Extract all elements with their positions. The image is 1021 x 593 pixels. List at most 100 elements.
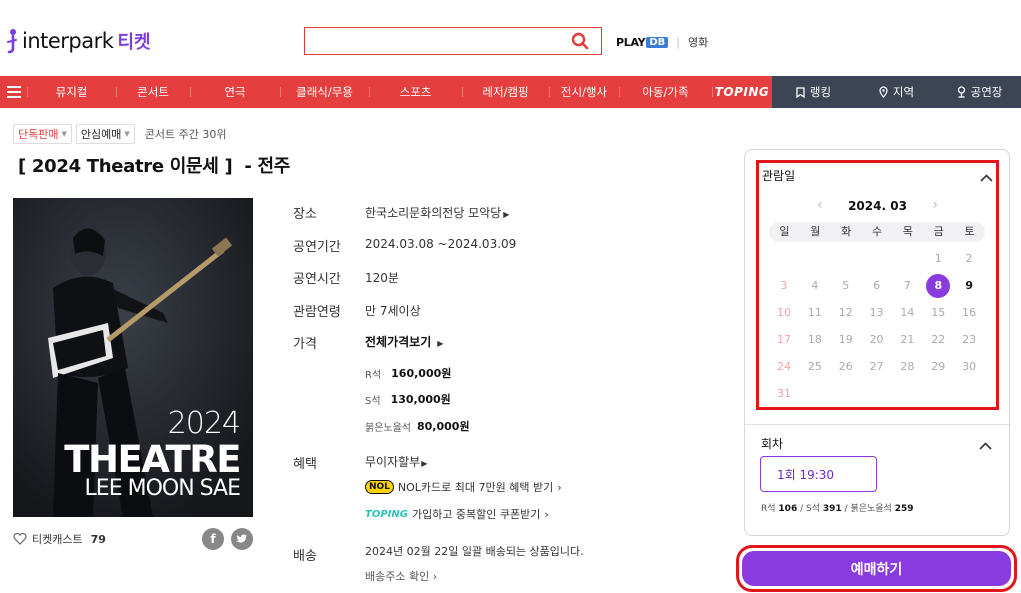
nav-item-leisure[interactable]: 레저/캠핑 <box>462 76 549 108</box>
poster-year: 2024 <box>167 406 241 441</box>
calendar-day: 27 <box>869 360 884 373</box>
calendar-day: 7 <box>903 279 911 292</box>
weekday-label: 일 <box>779 225 790 238</box>
weekly-rank[interactable]: 콘서트 주간 30위 <box>145 126 227 142</box>
location-icon <box>957 86 965 98</box>
nav-item-sports[interactable]: 스포츠 <box>369 76 462 108</box>
logo[interactable]: interpark 티켓 <box>6 28 151 54</box>
poster-title: THEATRE <box>64 438 241 481</box>
runtime-label: 공연시간 <box>293 272 341 287</box>
search-input[interactable] <box>305 28 555 54</box>
venue-label: 장소 <box>293 207 317 222</box>
search-box[interactable] <box>304 27 602 55</box>
calendar-day: 24 <box>777 360 791 373</box>
weekday-label: 월 <box>810 225 821 238</box>
play-label: PLAY <box>616 35 646 49</box>
price-label: 가격 <box>293 337 317 352</box>
map-pin-icon <box>879 86 888 98</box>
heart-icon[interactable] <box>13 533 27 545</box>
category-nav-main: 뮤지컬 콘서트 연극 클래식/무용 스포츠 레저/캠핑 전시/행사 아동/가족 … <box>0 76 772 108</box>
logo-icon <box>6 28 18 54</box>
price-all-label: 전체가격보기 <box>365 335 432 349</box>
nav-item-venue-label: 공연장 <box>970 85 1003 99</box>
category-nav-right: 랭킹 지역 공연장 <box>772 76 1021 108</box>
nav-item-region[interactable]: 지역 <box>855 76 938 108</box>
nav-item-musical[interactable]: 뮤지컬 <box>27 76 116 108</box>
toping-logo: TOPING <box>365 508 408 520</box>
price-seat: 붉은노을석 <box>365 422 411 434</box>
price-amount: 130,000원 <box>390 393 451 406</box>
play-db-link[interactable]: PLAY DB | 영화 <box>616 34 708 50</box>
seat-type: S석 <box>805 504 820 514</box>
calendar-day: 16 <box>962 306 977 319</box>
calendar-day: 30 <box>962 360 977 373</box>
nav-item-region-label: 지역 <box>892 85 915 99</box>
calendar-day: 4 <box>811 279 819 292</box>
chevron-up-icon[interactable] <box>980 167 993 186</box>
runtime-value: 120분 <box>365 271 399 285</box>
benefit-installment-link[interactable]: 무이자할부▶ <box>365 453 427 470</box>
twitter-icon[interactable] <box>231 528 253 550</box>
next-month-button[interactable]: › <box>932 197 938 213</box>
calendar-day: 19 <box>838 333 853 346</box>
nav-item-classic[interactable]: 클래식/무용 <box>280 76 369 108</box>
nav-item-kids[interactable]: 아동/가족 <box>619 76 712 108</box>
menu-icon[interactable] <box>0 76 27 108</box>
chevron-down-icon: ▼ <box>61 130 67 138</box>
calendar-day: 23 <box>962 333 977 346</box>
calendar-day: 13 <box>869 306 884 319</box>
weekday-label: 수 <box>871 225 883 238</box>
benefit-label: 혜택 <box>293 457 317 472</box>
price-all-link[interactable]: 전체가격보기 ▶ <box>365 333 443 350</box>
price-row: 붉은노을석 80,000원 <box>365 418 470 434</box>
nol-benefit-link[interactable]: NOL NOL카드로 최대 7만원 혜택 받기 › <box>365 479 562 495</box>
calendar-day: 3 <box>780 279 788 292</box>
nav-item-toping[interactable]: TOPING <box>712 76 772 108</box>
nav-item-venue[interactable]: 공연장 <box>938 76 1021 108</box>
nav-item-ranking[interactable]: 랭킹 <box>772 76 855 108</box>
calendar-day: 18 <box>807 333 822 346</box>
calendar-day: 2 <box>965 252 973 265</box>
movie-link[interactable]: 영화 <box>688 34 708 50</box>
calendar-day: 28 <box>900 360 915 373</box>
venue-link[interactable]: 한국소리문화의전당 모악당 ▶ <box>365 204 509 221</box>
calendar-month: 2024. 03 <box>848 199 907 213</box>
benefit-installment: 무이자할부 <box>365 455 421 469</box>
date-picker: 관람일 ‹ 2024. 03 › 일 월 화 수 목 금 토 123456789… <box>756 160 999 410</box>
chevron-right-icon: › <box>557 480 562 494</box>
calendar-day-selected[interactable]: 8 <box>926 274 951 298</box>
ticketcast-label: 티켓캐스트 <box>32 533 83 546</box>
round-option-button[interactable]: 1회 19:30 <box>760 456 877 492</box>
safe-booking-badge[interactable]: 안심예매 ▼ <box>75 124 135 144</box>
nav-item-exhibition[interactable]: 전시/행사 <box>549 76 619 108</box>
book-button[interactable]: 예매하기 <box>742 551 1011 586</box>
price-amount: 80,000원 <box>417 420 470 433</box>
nav-item-play[interactable]: 연극 <box>190 76 280 108</box>
price-seat: S석 <box>365 395 381 407</box>
weekday-label: 목 <box>902 225 913 238</box>
age-label: 관람연령 <box>293 305 341 320</box>
delivery-text: 2024년 02월 22일 일괄 배송되는 상품입니다. <box>365 545 584 558</box>
calendar-header: 관람일 <box>762 169 796 183</box>
calendar-day[interactable]: 9 <box>954 276 984 296</box>
seat-type: 붉은노을석 <box>850 504 892 514</box>
toping-benefit-link[interactable]: TOPING 가입하고 중복할인 쿠폰받기 › <box>365 506 549 522</box>
chevron-right-icon: › <box>544 507 549 521</box>
header-divider: | <box>676 35 680 49</box>
seat-count: 106 <box>778 504 798 514</box>
nav-item-concert[interactable]: 콘서트 <box>116 76 190 108</box>
calendar-day: 21 <box>900 333 915 346</box>
delivery-address-link[interactable]: 배송주소 확인 › <box>365 568 437 584</box>
price-row: R석 160,000원 <box>365 365 451 381</box>
calendar-day: 1 <box>934 252 942 265</box>
seat-type: R석 <box>761 504 776 514</box>
price-row: S석 130,000원 <box>365 391 451 407</box>
exclusive-badge[interactable]: 단독판매 ▼ <box>13 124 72 144</box>
facebook-icon[interactable]: f <box>202 528 224 550</box>
db-label: DB <box>646 36 669 48</box>
chevron-up-icon[interactable] <box>979 435 992 454</box>
ticketcast[interactable]: 티켓캐스트 79 <box>13 531 106 547</box>
period-value: 2024.03.08 ~2024.03.09 <box>365 237 517 251</box>
search-icon[interactable] <box>571 32 589 54</box>
price-amount: 160,000원 <box>391 367 452 380</box>
